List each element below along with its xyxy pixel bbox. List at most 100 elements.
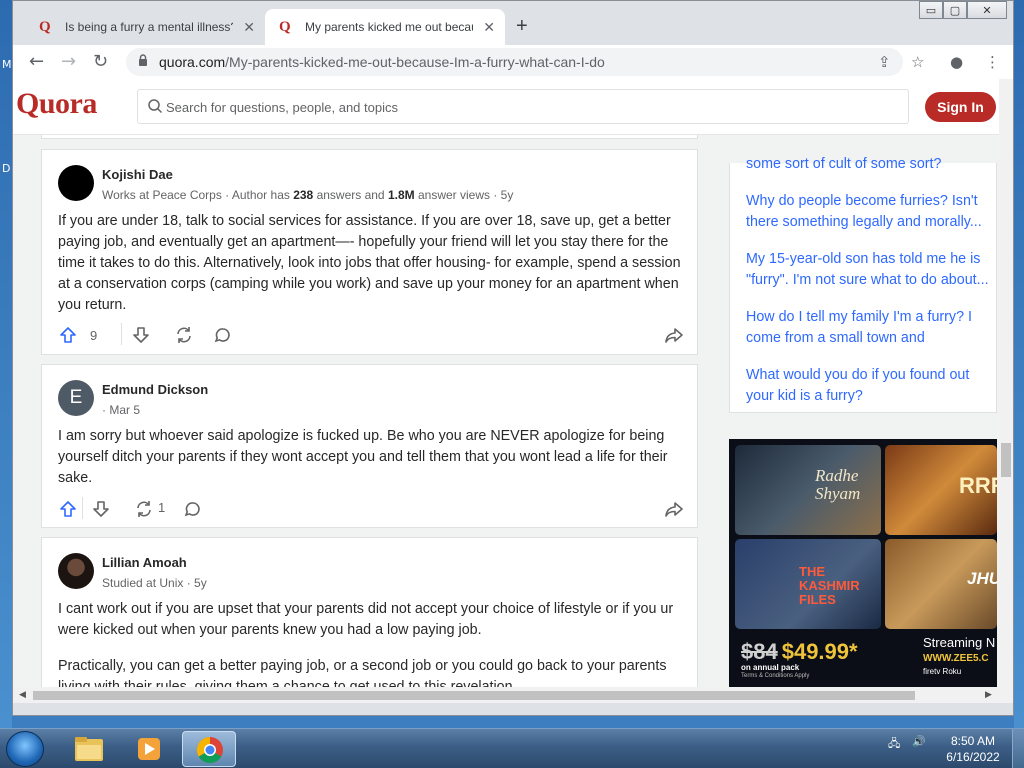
taskbar: 🖧 🔊 8:50 AM 6/16/2022 bbox=[0, 728, 1024, 768]
downvote-arrow-icon[interactable] bbox=[131, 325, 151, 345]
share-repost-icon[interactable] bbox=[134, 499, 154, 519]
reload-icon[interactable]: ↻ bbox=[93, 51, 108, 72]
related-questions: some sort of cult of some sort? Why do p… bbox=[729, 156, 997, 413]
downvote-arrow-icon[interactable] bbox=[91, 499, 111, 519]
browser-window: Q Is being a furry a mental illness? ✕ Q… bbox=[12, 0, 1014, 716]
answer-card: Lillian Amoah Studied at Unix · 5y I can… bbox=[41, 537, 698, 687]
search-box[interactable] bbox=[137, 89, 909, 124]
comment-icon[interactable] bbox=[213, 325, 233, 345]
author-name[interactable]: Kojishi Dae bbox=[102, 167, 513, 182]
bookmark-star-icon[interactable]: ☆ bbox=[911, 53, 924, 71]
related-question-link[interactable]: Why do people become furries? Isn't ther… bbox=[746, 191, 996, 233]
avatar[interactable] bbox=[58, 553, 94, 589]
upvote-button[interactable]: 9 bbox=[58, 321, 97, 349]
related-question-link[interactable]: What would you do if you found out your … bbox=[746, 365, 996, 407]
scroll-right-arrow-icon[interactable]: ▶ bbox=[985, 689, 992, 700]
profile-avatar-icon[interactable]: ● bbox=[950, 53, 963, 71]
horizontal-scrollbar[interactable]: ◀ ▶ bbox=[13, 687, 1013, 703]
zee5-advertisement[interactable]: Radhe Shyam RRR THE KASHMIR FILES JHUND … bbox=[729, 439, 997, 687]
ad-poster: THE KASHMIR FILES bbox=[735, 539, 881, 629]
credential-middle: answers and bbox=[313, 188, 388, 202]
chrome-icon bbox=[196, 736, 223, 764]
answer-card: E Edmund Dickson · Mar 5 I am sorry but … bbox=[41, 364, 698, 528]
start-button[interactable] bbox=[6, 731, 44, 767]
avatar[interactable] bbox=[58, 165, 94, 201]
page-viewport: Quora Sign In Kojishi Dae Works at Peace… bbox=[13, 79, 1013, 687]
desktop-left-edge: M D bbox=[0, 0, 12, 728]
ad-streaming-text: Streaming N bbox=[923, 635, 996, 650]
back-arrow-icon[interactable]: ← bbox=[29, 51, 44, 72]
answer-text: I cant work out if you are upset that yo… bbox=[58, 601, 674, 638]
answers-count: 238 bbox=[293, 188, 314, 202]
share-count: 1 bbox=[158, 500, 166, 515]
tab-title: My parents kicked me out becau bbox=[305, 20, 473, 34]
share-page-icon[interactable]: ⇪ bbox=[878, 53, 891, 71]
tab-close-icon[interactable]: ✕ bbox=[483, 19, 495, 36]
tab-parents-kicked-out[interactable]: Q My parents kicked me out becau ✕ bbox=[265, 9, 505, 45]
credential-prefix: Works at Peace Corps · Author has bbox=[102, 188, 294, 202]
sign-in-button[interactable]: Sign In bbox=[925, 92, 996, 122]
tab-is-being-furry[interactable]: Q Is being a furry a mental illness? ✕ bbox=[25, 9, 265, 45]
quora-logo[interactable]: Quora bbox=[16, 87, 97, 121]
related-question-link[interactable]: My 15-year-old son has told me he is "fu… bbox=[746, 249, 996, 291]
volume-icon[interactable]: 🔊 bbox=[912, 735, 926, 748]
upvote-count: 9 bbox=[90, 327, 98, 343]
tab-close-icon[interactable]: ✕ bbox=[243, 19, 255, 36]
explorer-taskbar-button[interactable] bbox=[62, 731, 116, 767]
show-desktop-button[interactable] bbox=[1012, 729, 1024, 768]
clock-date: 6/16/2022 bbox=[946, 750, 1000, 764]
media-player-taskbar-button[interactable] bbox=[122, 731, 176, 767]
related-question-link[interactable]: How do I tell my family I'm a furry? I c… bbox=[746, 307, 996, 349]
network-icon[interactable]: 🖧 bbox=[888, 735, 900, 754]
related-question-link[interactable]: some sort of cult of some sort? bbox=[746, 154, 996, 175]
upvote-button[interactable] bbox=[58, 495, 78, 523]
url-host: quora.com bbox=[159, 54, 226, 70]
scroll-left-arrow-icon[interactable]: ◀ bbox=[19, 689, 26, 700]
author-name[interactable]: Lillian Amoah bbox=[102, 555, 207, 570]
system-clock[interactable]: 8:50 AM 6/16/2022 bbox=[940, 733, 1006, 765]
answer-author: Kojishi Dae Works at Peace Corps · Autho… bbox=[58, 165, 513, 203]
maximize-button[interactable]: ▢ bbox=[943, 1, 967, 19]
share-repost-icon[interactable] bbox=[174, 325, 194, 345]
old-price: $84 bbox=[741, 639, 778, 664]
upvote-arrow-icon bbox=[60, 501, 76, 517]
comment-icon[interactable] bbox=[183, 499, 203, 519]
answer-text: If you are under 18, talk to social serv… bbox=[58, 213, 681, 313]
author-credential: · Mar 5 bbox=[102, 403, 141, 417]
answer-actions: 9 bbox=[58, 321, 684, 351]
vote-divider bbox=[82, 497, 83, 519]
new-tab-button[interactable]: + bbox=[516, 15, 528, 38]
quora-header: Quora Sign In bbox=[13, 79, 999, 135]
ad-poster: RRR bbox=[885, 445, 997, 535]
ad-device-logos: firetv Roku bbox=[923, 667, 962, 676]
forward-arrow-icon[interactable]: → bbox=[61, 51, 76, 72]
author-credential: Works at Peace Corps · Author has 238 an… bbox=[102, 188, 513, 202]
chrome-taskbar-button[interactable] bbox=[182, 731, 236, 767]
vertical-scroll-thumb[interactable] bbox=[1001, 443, 1011, 477]
ad-subtext: on annual pack bbox=[741, 663, 800, 672]
answer-actions: 1 bbox=[58, 495, 684, 525]
address-bar[interactable]: quora.com/My-parents-kicked-me-out-becau… bbox=[126, 48, 903, 76]
ad-poster: JHUND bbox=[885, 539, 997, 629]
tab-title: Is being a furry a mental illness? bbox=[65, 20, 233, 34]
vote-divider bbox=[121, 323, 122, 345]
tab-strip: Q Is being a furry a mental illness? ✕ Q… bbox=[13, 1, 1013, 45]
browser-toolbar: ← → ↻ quora.com/My-parents-kicked-me-out… bbox=[13, 45, 1013, 79]
vertical-scrollbar[interactable] bbox=[999, 79, 1013, 687]
previous-answer-card bbox=[41, 135, 698, 139]
minimize-button[interactable]: ▭ bbox=[919, 1, 943, 19]
poster-title: JHUND bbox=[967, 569, 997, 588]
poster-title: THE KASHMIR FILES bbox=[799, 564, 860, 607]
quora-favicon-icon: Q bbox=[39, 19, 51, 35]
horizontal-scroll-thumb[interactable] bbox=[33, 691, 915, 700]
avatar[interactable]: E bbox=[58, 380, 94, 416]
answer-card: Kojishi Dae Works at Peace Corps · Autho… bbox=[41, 149, 698, 355]
search-input[interactable] bbox=[166, 97, 866, 117]
answer-text: I am sorry but whoever said apologize is… bbox=[58, 428, 668, 486]
author-name[interactable]: Edmund Dickson bbox=[102, 382, 208, 397]
share-arrow-icon[interactable] bbox=[664, 325, 684, 345]
desktop-right-edge bbox=[1014, 0, 1024, 728]
window-close-button[interactable]: ✕ bbox=[967, 1, 1007, 19]
browser-menu-icon[interactable]: ⋮ bbox=[985, 53, 1000, 71]
share-arrow-icon[interactable] bbox=[664, 499, 684, 519]
